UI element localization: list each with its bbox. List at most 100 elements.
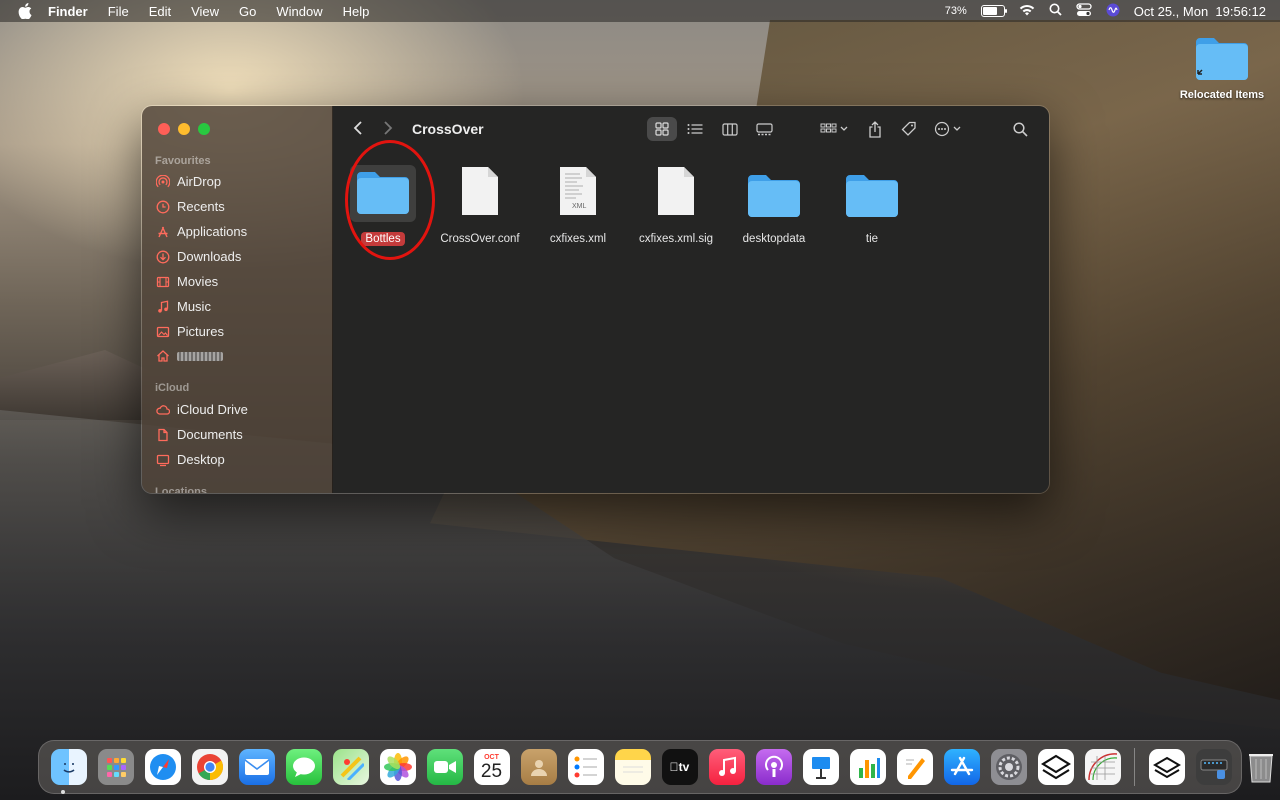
document-icon — [656, 165, 696, 222]
file-item-desktopdata[interactable]: desktopdata — [726, 166, 822, 247]
clock-icon — [156, 200, 170, 214]
dock-system-preferences-icon[interactable] — [990, 749, 1027, 785]
file-item-crossover-conf[interactable]: CrossOver.conf — [432, 166, 528, 247]
window-controls — [158, 123, 210, 135]
file-item-cxfixes-xml[interactable]: XML cxfixes.xml — [530, 166, 626, 247]
dock-keynote-icon[interactable] — [802, 749, 839, 785]
battery-percent: 73% — [944, 5, 967, 17]
sidebar-item-label: AirDrop — [177, 174, 222, 189]
menu-help[interactable]: Help — [343, 4, 370, 19]
dock-downloads-stack-icon[interactable] — [1195, 749, 1232, 785]
forward-chevron-icon[interactable] — [383, 120, 393, 141]
dock-trash-icon[interactable] — [1243, 749, 1279, 785]
sidebar-item-label: iCloud Drive — [177, 402, 248, 417]
dock-crossover-document-icon[interactable] — [1148, 749, 1185, 785]
dock-numbers-icon[interactable] — [849, 749, 886, 785]
dock-calendar-icon[interactable]: OCT 25 — [473, 749, 510, 785]
gallery-view-button[interactable] — [750, 117, 778, 141]
menu-go[interactable]: Go — [239, 4, 256, 19]
dock-notes-icon[interactable] — [614, 749, 651, 785]
tv-label: tv — [670, 760, 690, 774]
sidebar-item-label: Pictures — [177, 324, 224, 339]
dock-podcasts-icon[interactable] — [755, 749, 792, 785]
spotlight-icon[interactable] — [1049, 3, 1062, 19]
gallery-icon — [755, 122, 773, 135]
dock-contacts-icon[interactable] — [520, 749, 557, 785]
sidebar-header-icloud: iCloud — [155, 382, 190, 394]
dock-launchpad-icon[interactable] — [97, 749, 134, 785]
tag-button[interactable] — [896, 117, 922, 141]
grid-icon — [655, 122, 669, 136]
dock-facetime-icon[interactable] — [426, 749, 463, 785]
menu-view[interactable]: View — [191, 4, 219, 19]
more-ellipsis-icon — [934, 121, 961, 137]
document-icon — [156, 428, 170, 442]
document-icon — [460, 165, 500, 222]
siri-icon[interactable] — [1106, 3, 1120, 20]
sidebar-item-documents[interactable]: Documents — [156, 427, 243, 442]
sidebar-item-downloads[interactable]: Downloads — [156, 249, 241, 264]
list-view-button[interactable] — [681, 117, 709, 141]
dock-diagram-app-icon[interactable] — [1084, 749, 1121, 785]
minimize-button[interactable] — [178, 123, 190, 135]
dock-maps-icon[interactable] — [332, 749, 369, 785]
share-button[interactable] — [863, 117, 887, 141]
sidebar-item-recents[interactable]: Recents — [156, 199, 225, 214]
sidebar-item-pictures[interactable]: Pictures — [156, 324, 224, 339]
clock-datetime[interactable]: Oct 25., Mon 19:56:12 — [1134, 4, 1266, 19]
back-chevron-icon[interactable] — [353, 120, 363, 141]
column-view-button[interactable] — [716, 117, 744, 141]
apple-menu-icon[interactable] — [16, 2, 34, 20]
close-button[interactable] — [158, 123, 170, 135]
dock-safari-icon[interactable] — [144, 749, 181, 785]
search-button[interactable] — [1007, 117, 1033, 141]
control-center-icon[interactable] — [1076, 2, 1092, 20]
dock-reminders-icon[interactable] — [567, 749, 604, 785]
window-title: CrossOver — [412, 121, 484, 137]
sidebar-item-home[interactable] — [156, 349, 223, 363]
dock-music-icon[interactable] — [708, 749, 745, 785]
desktop-folder-relocated-items[interactable]: Relocated Items — [1176, 34, 1268, 101]
menu-app-finder[interactable]: Finder — [48, 4, 88, 19]
dock-mail-icon[interactable] — [238, 749, 275, 785]
desktop-icon — [156, 453, 170, 467]
dock-crossover-icon[interactable] — [1037, 749, 1074, 785]
sidebar-item-label: Movies — [177, 274, 219, 289]
redacted-username — [177, 351, 223, 361]
zoom-button[interactable] — [198, 123, 210, 135]
action-menu-button[interactable] — [931, 117, 967, 141]
sidebar-item-label: Applications — [177, 224, 248, 239]
dock-finder-icon[interactable] — [50, 749, 87, 785]
sidebar-item-icloud-drive[interactable]: iCloud Drive — [156, 402, 248, 417]
dock-pages-icon[interactable] — [896, 749, 933, 785]
menu-bar: Finder File Edit View Go Window Help 73%… — [0, 0, 1280, 22]
icon-view-button[interactable] — [647, 117, 677, 141]
sidebar-item-music[interactable]: Music — [156, 299, 211, 314]
file-item-tie[interactable]: tie — [824, 166, 920, 247]
dock-photos-icon[interactable] — [379, 749, 416, 785]
dock-app-store-icon[interactable] — [943, 749, 980, 785]
running-indicator-dot — [61, 790, 65, 794]
download-icon — [156, 250, 170, 264]
search-icon — [1012, 121, 1028, 137]
menu-file[interactable]: File — [108, 4, 129, 19]
sidebar-item-desktop[interactable]: Desktop — [156, 452, 225, 467]
file-name: CrossOver.conf — [440, 233, 520, 245]
wifi-icon[interactable] — [1019, 4, 1035, 19]
sidebar-item-applications[interactable]: Applications — [156, 224, 247, 239]
folder-icon — [1194, 38, 1250, 84]
sidebar-item-movies[interactable]: Movies — [156, 274, 218, 289]
dock-chrome-icon[interactable] — [191, 749, 228, 785]
applications-icon — [156, 225, 170, 239]
list-icon — [687, 124, 703, 134]
finder-sidebar: Favourites AirDrop Recents Applications … — [142, 106, 333, 493]
group-by-button[interactable] — [817, 117, 853, 141]
file-item-cxfixes-xml-sig[interactable]: cxfixes.xml.sig — [628, 166, 724, 247]
menu-window[interactable]: Window — [276, 4, 322, 19]
menu-edit[interactable]: Edit — [149, 4, 171, 19]
dock-messages-icon[interactable] — [285, 749, 322, 785]
sidebar-item-airdrop[interactable]: AirDrop — [156, 174, 221, 189]
dock-tv-icon[interactable]: tv — [661, 749, 698, 785]
battery-icon[interactable] — [980, 5, 1007, 17]
file-name: tie — [865, 233, 879, 245]
